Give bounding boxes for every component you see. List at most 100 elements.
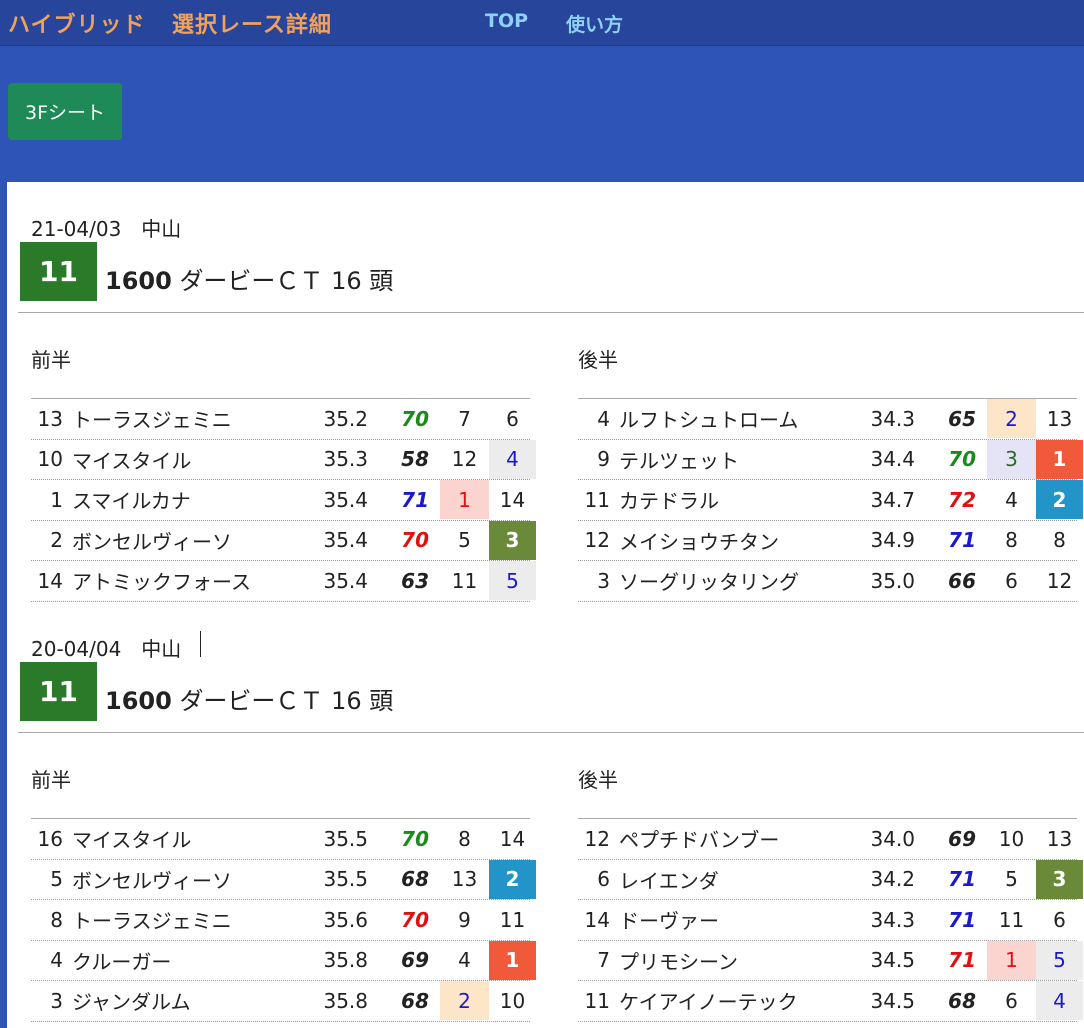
table-row[interactable]: 11 ケイアイノーテック 34.5 68 6 4 [578, 981, 1083, 1022]
split-time: 35.8 [323, 988, 368, 1013]
speed-score: 71 [948, 528, 976, 552]
rank-cell: 2 [1036, 480, 1083, 519]
rank-cell: 11 [998, 907, 1025, 932]
horse-name: ジャンダルム [72, 990, 191, 1014]
nav-help-link[interactable]: 使い方 [566, 10, 623, 37]
split-time: 34.5 [870, 948, 915, 972]
horse-name: ドーヴァー [619, 909, 719, 933]
rank-cell: 4 [1036, 981, 1083, 1020]
horse-number: 2 [50, 528, 63, 552]
race-detail-panel: 21-04/03 中山 11 1600 ダービーＣＴ 16 頭 前半 後半 13… [7, 182, 1084, 1028]
rank-cell: 8 [458, 826, 471, 851]
first-half-table: 13 トーラスジェミニ 35.2 70 7 6 10 マイスタイル 35.3 58 12 4 1 スマイル… [31, 398, 536, 602]
race-distance: 1600 [105, 267, 172, 295]
table-row[interactable]: 3 ソーグリッタリング 35.0 66 6 12 [578, 561, 1077, 602]
table-row[interactable]: 14 アトミックフォース 35.4 63 11 5 [31, 561, 536, 602]
speed-score: 72 [948, 487, 976, 512]
first-half-label: 前半 [31, 768, 71, 792]
speed-score: 70 [401, 907, 429, 932]
horse-number: 12 [584, 528, 610, 552]
horse-name: メイショウチタン [619, 529, 779, 554]
horse-number: 11 [584, 988, 610, 1013]
split-time: 35.4 [323, 568, 368, 593]
horse-name: マイスタイル [72, 448, 192, 473]
table-row[interactable]: 4 クルーガー 35.8 69 4 1 [31, 940, 536, 981]
race-heads: 16 頭 [331, 267, 394, 295]
horse-number: 4 [50, 948, 63, 972]
horse-name: スマイルカナ [72, 489, 191, 513]
table-row[interactable]: 5 ボンセルヴィーソ 35.5 68 13 2 [31, 859, 536, 900]
horse-name: ペプチドバンブー [619, 828, 780, 852]
divider [18, 732, 1084, 733]
speed-score: 58 [401, 447, 429, 471]
split-time: 34.9 [870, 528, 915, 552]
rank-cell: 6 [506, 406, 519, 431]
speed-score: 66 [948, 568, 976, 593]
race-date: 20-04/04 中山 [31, 637, 182, 661]
table-row[interactable]: 13 トーラスジェミニ 35.2 70 7 6 [31, 399, 530, 440]
horse-name: クルーガー [72, 949, 172, 974]
table-row[interactable]: 11 カテドラル 34.7 72 4 2 [578, 480, 1083, 521]
split-time: 35.5 [323, 867, 368, 891]
horse-name: テルツェット [619, 448, 739, 473]
app-title[interactable]: ハイブリッド [8, 7, 146, 39]
rank-cell: 5 [1036, 940, 1083, 980]
rank-cell: 10 [499, 988, 526, 1013]
split-time: 34.5 [870, 988, 915, 1013]
nav-top-link[interactable]: TOP [485, 10, 528, 32]
horse-name: レイエンダ [619, 868, 719, 893]
split-time: 35.8 [323, 948, 368, 972]
rank-cell: 6 [1005, 568, 1018, 593]
split-time: 34.0 [870, 826, 915, 851]
table-row[interactable]: 4 ルフトシュトローム 34.3 65 2 13 [578, 399, 1077, 440]
table-row[interactable]: 14 ドーヴァー 34.3 71 11 6 [578, 900, 1077, 941]
table-row[interactable]: 1 スマイルカナ 35.4 71 1 14 [31, 480, 530, 521]
table-row[interactable]: 8 トーラスジェミニ 35.6 70 9 11 [31, 900, 530, 941]
race-heads: 16 頭 [331, 687, 394, 715]
rank-cell: 5 [489, 561, 536, 600]
rank-cell: 1 [440, 480, 489, 519]
rank-cell: 1 [1036, 439, 1083, 479]
rank-cell: 1 [987, 940, 1036, 980]
rank-cell: 11 [451, 568, 478, 593]
table-row[interactable]: 12 メイショウチタン 34.9 71 8 8 [578, 521, 1077, 561]
rank-cell: 2 [987, 399, 1036, 438]
table-row[interactable]: 16 マイスタイル 35.5 70 8 14 [31, 819, 530, 860]
table-row[interactable]: 12 ペプチドバンブー 34.0 69 10 13 [578, 819, 1077, 860]
horse-name: プリモシーン [619, 949, 738, 974]
race-info: 1600 ダービーＣＴ 16 頭 [105, 681, 393, 716]
table-row[interactable]: 6 レイエンダ 34.2 71 5 3 [578, 859, 1083, 900]
horse-number: 13 [37, 406, 63, 431]
rank-cell: 14 [499, 487, 526, 512]
divider [18, 312, 1084, 313]
table-row[interactable]: 2 ボンセルヴィーソ 35.4 70 5 3 [31, 520, 536, 561]
table-row[interactable]: 9 テルツェット 34.4 70 3 1 [578, 439, 1083, 480]
speed-score: 70 [401, 406, 429, 431]
horse-name: ソーグリッタリング [619, 570, 799, 594]
horse-name: マイスタイル [72, 828, 192, 852]
speed-score: 70 [948, 447, 976, 471]
rank-cell: 7 [458, 406, 471, 431]
table-row[interactable]: 10 マイスタイル 35.3 58 12 4 [31, 439, 536, 480]
table-row[interactable]: 3 ジャンダルム 35.8 68 2 10 [31, 981, 530, 1022]
rank-cell: 2 [440, 981, 489, 1020]
rank-cell: 6 [1053, 907, 1066, 932]
speed-score: 71 [401, 487, 429, 512]
rank-cell: 11 [499, 907, 526, 932]
speed-score: 70 [401, 528, 429, 552]
speed-score: 69 [401, 948, 429, 972]
speed-score: 71 [948, 867, 976, 891]
race-number-badge: 11 [20, 662, 97, 721]
horse-name: トーラスジェミニ [72, 408, 232, 432]
horse-number: 14 [584, 907, 610, 932]
split-time: 34.3 [870, 907, 915, 932]
rank-cell: 14 [499, 826, 526, 851]
table-row[interactable]: 7 プリモシーン 34.5 71 1 5 [578, 940, 1083, 981]
top-bar: ハイブリッド 選択レース詳細 TOP 使い方 [0, 0, 1084, 46]
horse-number: 6 [597, 867, 610, 891]
rank-cell: 3 [489, 520, 536, 560]
horse-number: 14 [37, 568, 63, 593]
speed-score: 65 [948, 406, 976, 431]
3f-sheet-button[interactable]: 3Fシート [8, 83, 122, 140]
horse-name: トーラスジェミニ [72, 909, 232, 933]
